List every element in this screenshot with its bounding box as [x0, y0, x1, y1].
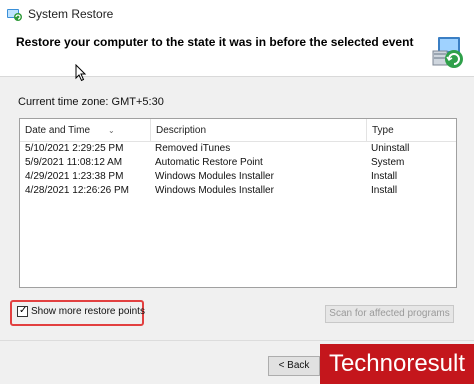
restore-wizard-icon — [432, 37, 463, 68]
column-header-description-label: Description — [156, 125, 207, 136]
show-more-checkbox[interactable]: ✓ — [17, 305, 28, 317]
cell-date: 4/28/2021 12:26:26 PM — [25, 185, 129, 196]
table-row[interactable]: 4/29/2021 1:23:38 PM Windows Modules Ins… — [20, 170, 456, 184]
column-header-date-label: Date and Time — [25, 125, 91, 136]
wizard-header: Restore your computer to the state it wa… — [0, 28, 474, 77]
checkmark-icon: ✓ — [19, 305, 28, 316]
cell-type: System — [371, 157, 405, 168]
watermark-logo: Technoresult — [320, 344, 474, 384]
restore-points-list[interactable]: Date and Time ⌄ Description Type 5/10/20… — [19, 118, 457, 288]
divider — [0, 340, 474, 341]
system-restore-icon — [7, 9, 22, 21]
scan-affected-programs-button[interactable]: Scan for affected programs — [325, 305, 454, 323]
cell-description: Windows Modules Installer — [155, 185, 274, 196]
cell-type: Install — [371, 171, 398, 182]
cell-description: Windows Modules Installer — [155, 171, 274, 182]
column-header-type-label: Type — [372, 125, 394, 136]
table-row[interactable]: 4/28/2021 12:26:26 PM Windows Modules In… — [20, 184, 456, 198]
list-header: Date and Time ⌄ Description Type — [20, 119, 456, 142]
timezone-label: Current time zone: GMT+5:30 — [18, 96, 164, 108]
table-row[interactable]: 5/10/2021 2:29:25 PM Removed iTunes Unin… — [20, 142, 456, 156]
cell-description: Removed iTunes — [155, 143, 231, 154]
column-header-type[interactable]: Type — [366, 119, 456, 141]
window-title: System Restore — [28, 7, 114, 21]
back-button[interactable]: < Back — [268, 356, 320, 376]
show-more-label: Show more restore points — [31, 306, 145, 317]
show-more-restore-points[interactable]: ✓ Show more restore points — [17, 305, 145, 317]
table-row[interactable]: 5/9/2021 11:08:12 AM Automatic Restore P… — [20, 156, 456, 170]
column-header-description[interactable]: Description — [150, 119, 366, 141]
cell-type: Uninstall — [371, 143, 410, 154]
cell-date: 5/10/2021 2:29:25 PM — [25, 143, 124, 154]
mouse-cursor-icon — [75, 64, 87, 82]
cell-type: Install — [371, 185, 398, 196]
cell-date: 5/9/2021 11:08:12 AM — [25, 157, 123, 168]
sort-arrow-icon: ⌄ — [108, 126, 115, 135]
cell-description: Automatic Restore Point — [155, 157, 263, 168]
column-header-date[interactable]: Date and Time ⌄ — [20, 119, 150, 141]
title-bar: System Restore — [0, 0, 474, 28]
page-heading: Restore your computer to the state it wa… — [16, 35, 414, 49]
cell-date: 4/29/2021 1:23:38 PM — [25, 171, 124, 182]
